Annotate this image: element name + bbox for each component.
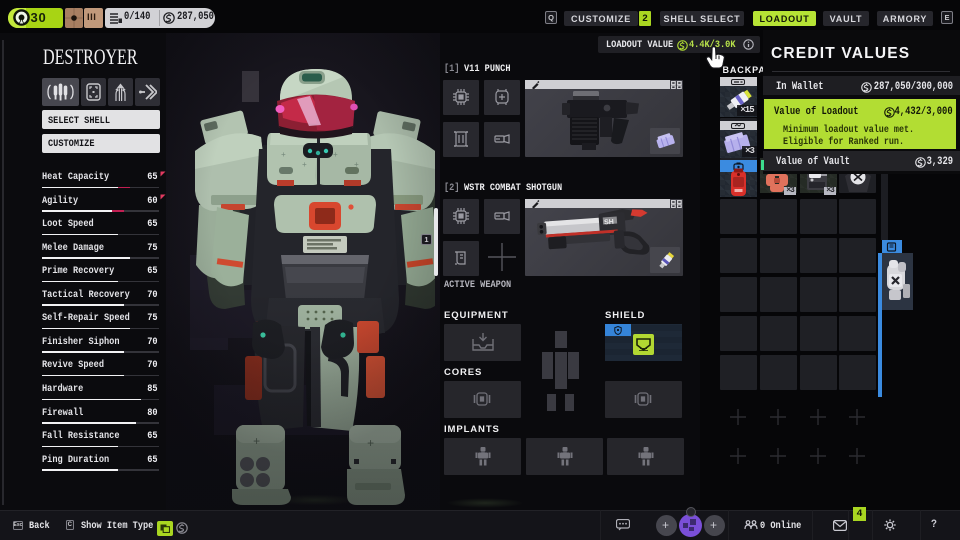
svg-text:SH: SH — [604, 219, 614, 227]
